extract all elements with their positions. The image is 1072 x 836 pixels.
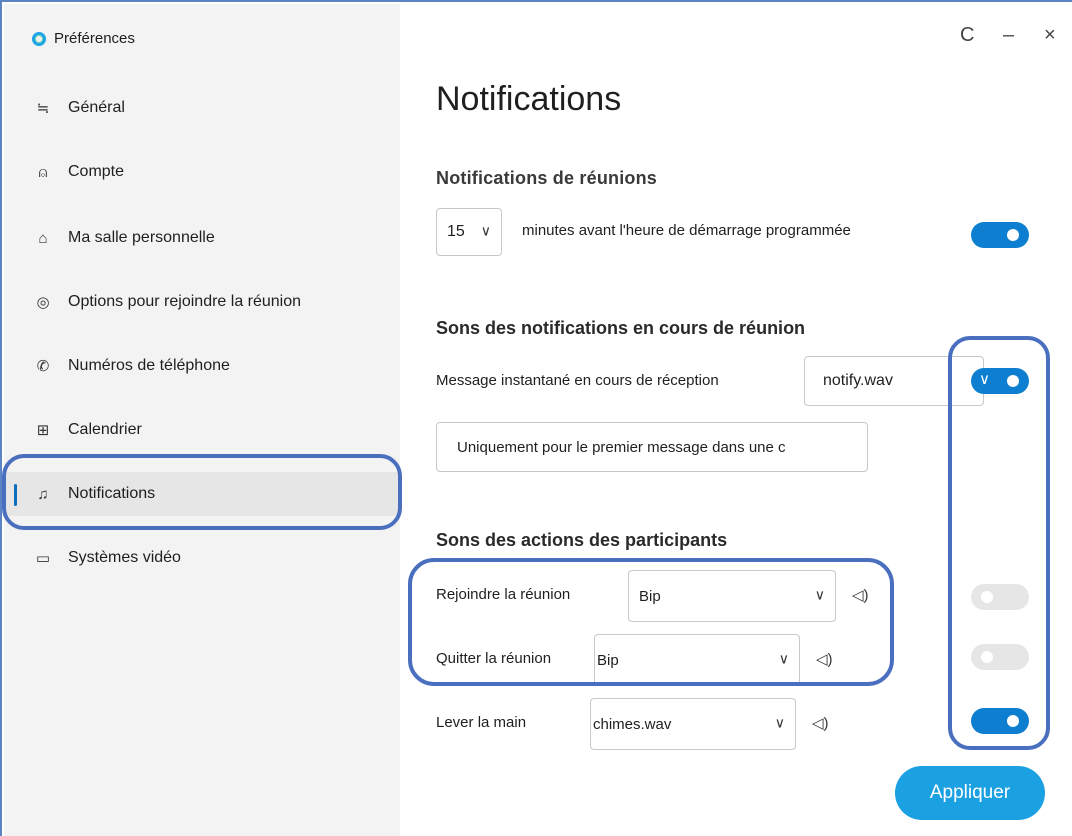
active-indicator [14, 484, 17, 506]
minimize-icon[interactable]: – [1003, 24, 1014, 47]
preferences-window: Préférences ≒ Général ⍝ Compte ⌂ Ma sall… [0, 0, 1072, 836]
toggle-knob [1007, 715, 1019, 727]
leave-sound-value: Bip [597, 651, 619, 669]
app-title-label: Préférences [54, 30, 135, 47]
leave-meeting-label: Quitter la réunion [436, 650, 552, 667]
raise-hand-sound-select[interactable]: chimes.wav ∨ [590, 698, 796, 750]
sidebar-item-label: Compte [68, 163, 125, 180]
sidebar-item-label: Général [68, 99, 125, 116]
sidebar-item-phone-numbers[interactable]: ✆ Numéros de téléphone [4, 344, 400, 388]
chevron-down-icon: ∨ [778, 650, 789, 667]
leave-sound-select[interactable]: Bip ∨ [594, 634, 800, 686]
account-icon: ⍝ [38, 163, 48, 181]
raise-hand-label: Lever la main [436, 714, 527, 731]
sidebar-item-notifications[interactable]: ♫ Notifications [4, 472, 400, 516]
join-sound-toggle[interactable] [971, 584, 1029, 610]
chevron-down-icon: ∨ [814, 586, 825, 603]
chevron-down-icon: ∨ [979, 371, 990, 388]
instant-message-toggle[interactable]: ∨ [971, 368, 1029, 394]
message-frequency-value: Uniquement pour le premier message dans … [457, 438, 786, 456]
sidebar-item-account[interactable]: ⍝ Compte [4, 150, 400, 194]
toggle-knob [981, 591, 993, 603]
sidebar-item-video-systems[interactable]: ▭ Systèmes vidéo [4, 536, 400, 580]
room-icon: ⌂ [38, 229, 48, 247]
speaker-icon[interactable]: ◁) [852, 586, 869, 604]
participant-sounds-heading: Sons des actions des participants [436, 530, 728, 550]
toggle-knob [981, 651, 993, 663]
refresh-icon[interactable]: C [960, 24, 974, 47]
sidebar-item-personal-room[interactable]: ⌂ Ma salle personnelle [4, 216, 400, 260]
instant-message-sound-value: notify.wav [823, 372, 893, 389]
minutes-label: minutes avant l'heure de démarrage progr… [522, 222, 851, 239]
in-meeting-sounds-heading: Sons des notifications en cours de réuni… [436, 318, 806, 338]
speaker-icon[interactable]: ◁) [812, 714, 829, 732]
raise-hand-sound-toggle[interactable] [971, 708, 1029, 734]
calendar-icon: ⊞ [36, 422, 50, 439]
meeting-notifications-toggle[interactable] [971, 222, 1029, 248]
app-title: Préférences [32, 30, 135, 47]
sliders-icon: ≒ [36, 100, 50, 117]
sidebar-item-join-options[interactable]: ◎ Options pour rejoindre la réunion [4, 280, 400, 324]
page-title: Notifications [436, 80, 622, 118]
app-logo-icon [32, 31, 46, 46]
minutes-select[interactable]: 15 ∨ [436, 208, 502, 256]
speaker-icon[interactable]: ◁) [816, 650, 833, 668]
sidebar-item-label: Systèmes vidéo [68, 549, 181, 566]
sidebar-item-label: Calendrier [68, 421, 142, 438]
chevron-down-icon: ∨ [774, 714, 785, 731]
bell-icon: ♫ [37, 485, 49, 503]
join-options-icon: ◎ [36, 294, 50, 311]
chevron-down-icon: ∨ [480, 222, 491, 239]
close-icon[interactable]: × [1044, 24, 1056, 47]
minutes-value: 15 [447, 223, 465, 240]
sidebar-item-general[interactable]: ≒ Général [4, 86, 400, 130]
phone-icon: ✆ [36, 358, 50, 375]
message-frequency-select[interactable]: Uniquement pour le premier message dans … [436, 422, 868, 472]
sidebar-item-label: Notifications [68, 485, 156, 502]
join-sound-select[interactable]: Bip ∨ [628, 570, 836, 622]
join-meeting-label: Rejoindre la réunion [436, 586, 571, 603]
toggle-knob [1007, 375, 1019, 387]
sidebar-item-label: Options pour rejoindre la réunion [68, 293, 302, 310]
join-sound-value: Bip [639, 587, 661, 605]
instant-message-label: Message instantané en cours de réception [436, 372, 719, 389]
raise-hand-sound-value: chimes.wav [593, 715, 672, 733]
instant-message-sound-select[interactable]: notify.wav [804, 356, 984, 406]
sidebar-item-calendar[interactable]: ⊞ Calendrier [4, 408, 400, 452]
sidebar-item-label: Ma salle personnelle [68, 229, 215, 246]
video-systems-icon: ▭ [35, 550, 51, 567]
sidebar-item-label: Numéros de téléphone [68, 357, 230, 374]
apply-button[interactable]: Appliquer [895, 766, 1045, 820]
leave-sound-toggle[interactable] [971, 644, 1029, 670]
meeting-notifications-heading: Notifications de réunions [436, 168, 658, 188]
sidebar: Préférences ≒ Général ⍝ Compte ⌂ Ma sall… [4, 4, 400, 836]
toggle-knob [1007, 229, 1019, 241]
